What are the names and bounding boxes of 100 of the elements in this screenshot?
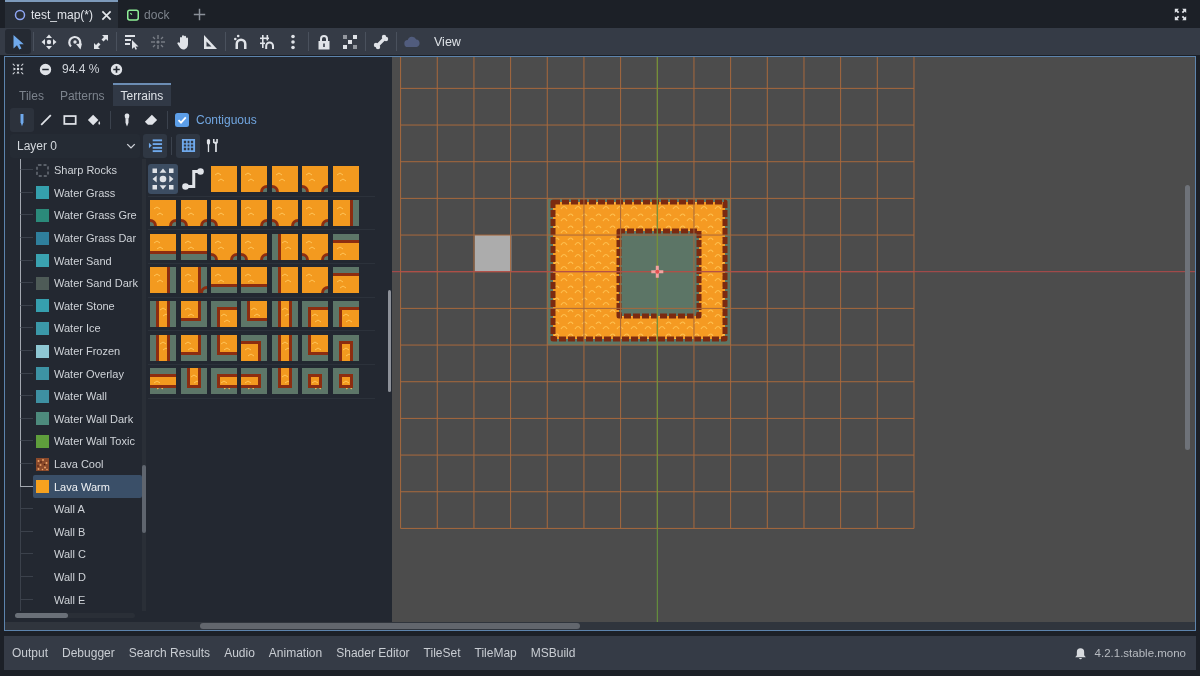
lava-tile[interactable] <box>150 200 177 227</box>
contiguous-checkbox[interactable]: Contiguous <box>175 112 257 127</box>
lava-tile[interactable] <box>302 166 329 193</box>
lava-tile[interactable] <box>180 200 207 227</box>
lava-tile[interactable] <box>180 267 207 294</box>
lava-tile[interactable] <box>302 200 329 227</box>
lava-tile[interactable] <box>271 267 298 294</box>
terrain-list-item[interactable]: Water Grass <box>33 181 142 205</box>
terrain-list-item[interactable]: Wall D <box>33 565 142 589</box>
lava-tile[interactable] <box>180 301 207 328</box>
lava-tile[interactable] <box>332 334 359 361</box>
lava-tile[interactable] <box>241 233 268 260</box>
scrollbar-thumb[interactable] <box>388 290 391 392</box>
lava-tile[interactable] <box>302 334 329 361</box>
bottom-panel-tab[interactable]: MSBuild <box>523 639 583 667</box>
lava-tile[interactable] <box>210 200 237 227</box>
lava-tile[interactable] <box>150 301 177 328</box>
scrollbar-thumb[interactable] <box>200 623 580 629</box>
lava-tile[interactable] <box>271 200 298 227</box>
lava-tile[interactable] <box>332 368 359 395</box>
expand-icon[interactable] <box>1174 7 1187 21</box>
lava-tile[interactable] <box>271 368 298 395</box>
lava-tile[interactable] <box>332 233 359 260</box>
bottom-panel-tab[interactable]: Output <box>5 639 56 667</box>
lava-tile[interactable] <box>210 368 237 395</box>
lava-tile[interactable] <box>302 267 329 294</box>
lava-tile[interactable] <box>241 368 268 395</box>
tilemap-canvas[interactable] <box>392 57 1195 622</box>
lava-tile[interactable] <box>271 166 298 193</box>
panel-tab[interactable]: Tiles <box>11 83 52 106</box>
lava-tile[interactable] <box>210 301 237 328</box>
terrain-list-item[interactable]: Water Ice <box>33 317 142 340</box>
scene-tab[interactable]: dock <box>118 0 176 28</box>
lava-tile[interactable] <box>332 301 359 328</box>
bottom-panel-tab[interactable]: TileMap <box>467 639 524 667</box>
lava-tile[interactable] <box>180 233 207 260</box>
zoom-out-icon[interactable] <box>39 62 52 76</box>
bottom-panel-tab[interactable]: Search Results <box>121 639 218 667</box>
scrollbar-thumb[interactable] <box>1185 185 1190 450</box>
paint-tool-button[interactable] <box>10 107 34 132</box>
view-toggle-button[interactable] <box>176 133 200 158</box>
lava-tile[interactable] <box>271 301 298 328</box>
terrain-list-item[interactable]: Water Grass Gre <box>33 204 142 227</box>
lava-tile[interactable] <box>241 301 268 328</box>
lava-tile[interactable] <box>210 267 237 294</box>
lava-tile[interactable] <box>150 267 177 294</box>
lava-tile[interactable] <box>302 301 329 328</box>
lava-tile[interactable] <box>210 334 237 361</box>
lava-tile[interactable] <box>241 267 268 294</box>
terrain-list-item[interactable]: Water Grass Dar <box>33 226 142 250</box>
terrain-list-item[interactable]: Water Wall <box>33 384 142 408</box>
terrain-list-item[interactable]: Lava Warm <box>33 475 142 498</box>
connect-mode-button[interactable] <box>148 164 178 195</box>
lava-tile[interactable] <box>332 267 359 294</box>
lava-tile[interactable] <box>180 368 207 395</box>
lava-tile[interactable] <box>271 233 298 260</box>
terrain-list-item[interactable]: Water Overlay <box>33 362 142 385</box>
bottom-panel-tab[interactable]: Audio <box>217 639 262 667</box>
lava-tile[interactable] <box>150 334 177 361</box>
close-icon[interactable] <box>101 9 113 21</box>
plus-icon[interactable] <box>193 7 207 21</box>
view-menu[interactable]: View <box>425 29 470 54</box>
terrain-list-item[interactable]: Water Wall Dark <box>33 407 142 431</box>
terrain-list-item[interactable]: Wall B <box>33 520 142 544</box>
lava-tile[interactable] <box>241 166 268 193</box>
bottom-panel-tab[interactable]: Debugger <box>55 639 122 667</box>
terrain-list-item[interactable]: Water Stone <box>33 294 142 318</box>
view-toggle-button[interactable] <box>143 133 167 158</box>
zoom-in-icon[interactable] <box>110 62 124 76</box>
lava-tile[interactable] <box>302 368 329 395</box>
lava-tile[interactable] <box>210 233 237 260</box>
terrain-list-item[interactable]: Water Sand Dark <box>33 271 142 295</box>
lava-tile[interactable] <box>210 166 237 193</box>
scrollbar-thumb[interactable] <box>15 613 68 618</box>
terrain-list-item[interactable]: Wall A <box>33 497 142 521</box>
terrain-list-item[interactable]: Lava Cool <box>33 452 142 476</box>
lava-tile[interactable] <box>302 233 329 260</box>
lava-tile[interactable] <box>150 233 177 260</box>
lava-tile[interactable] <box>332 166 359 193</box>
lava-tile[interactable] <box>180 334 207 361</box>
terrain-list-item[interactable]: Water Frozen <box>33 339 142 363</box>
terrain-list-item[interactable]: Wall E <box>33 588 142 611</box>
scrollbar-thumb[interactable] <box>142 465 146 533</box>
terrain-list-item[interactable]: Water Wall Toxic <box>33 430 142 453</box>
toolbar-button[interactable] <box>5 29 31 54</box>
bottom-panel-tab[interactable]: Shader Editor <box>329 639 417 667</box>
lava-tile[interactable] <box>271 334 298 361</box>
terrain-list-item[interactable]: Wall C <box>33 543 142 566</box>
lava-tile[interactable] <box>241 334 268 361</box>
terrain-list-item[interactable]: Sharp Rocks <box>33 159 142 182</box>
bottom-panel-tab[interactable]: TileSet <box>416 639 468 667</box>
lava-tile[interactable] <box>332 200 359 227</box>
terrain-list-item[interactable]: Water Sand <box>33 249 142 272</box>
panel-tab[interactable]: Terrains <box>112 83 172 106</box>
center-view-icon[interactable] <box>12 63 24 75</box>
lava-tile[interactable] <box>150 368 177 395</box>
bottom-panel-tab[interactable]: Animation <box>261 639 330 667</box>
bell-icon[interactable] <box>1073 646 1087 660</box>
lava-tile[interactable] <box>241 200 268 227</box>
panel-tab[interactable]: Patterns <box>51 83 113 106</box>
